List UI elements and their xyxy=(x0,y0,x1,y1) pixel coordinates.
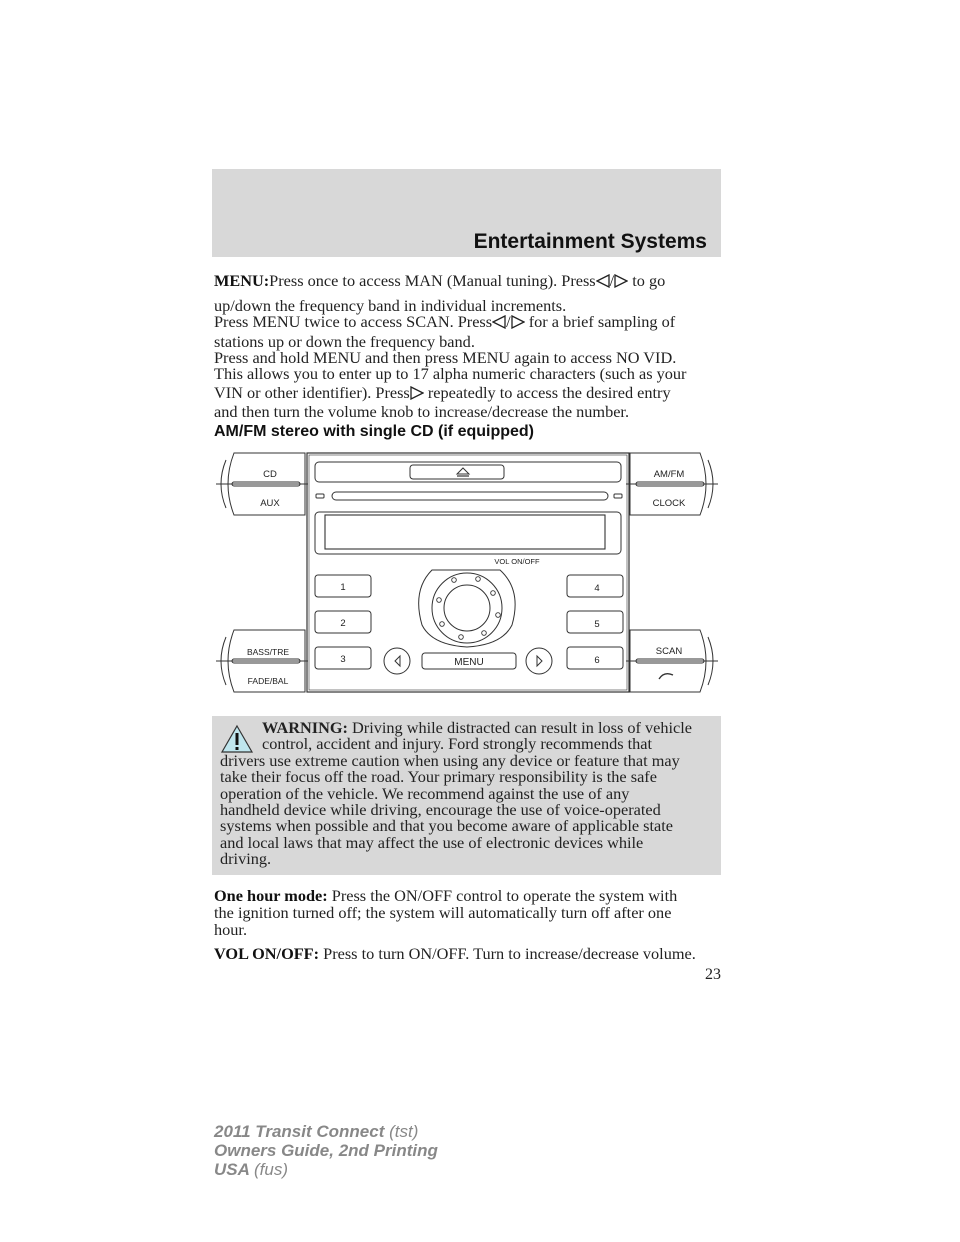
text: VIN or other identifier). Press xyxy=(214,383,410,402)
text: and then turn the volume knob to increas… xyxy=(214,402,630,421)
text: Press to turn ON/OFF. Turn to increase/d… xyxy=(323,944,696,963)
vol-on-off-label: VOL ON/OFF xyxy=(494,557,540,566)
scan-button[interactable]: SCAN xyxy=(656,646,683,657)
menu-paragraph: MENU:Press once to access MAN (Manual tu… xyxy=(214,271,724,421)
eject-icon xyxy=(455,467,471,477)
preset-4-button[interactable]: 4 xyxy=(594,583,599,594)
text: hour. xyxy=(214,920,248,939)
preset-3-button[interactable]: 3 xyxy=(340,654,345,665)
text: USA xyxy=(214,1160,250,1179)
left-triangle-icon xyxy=(491,314,506,332)
text: Press once to access MAN (Manual tuning)… xyxy=(269,271,596,290)
warning-box: WARNING: Driving while distracted can re… xyxy=(212,716,721,875)
preset-6-button[interactable]: 6 xyxy=(594,655,599,666)
text: 2011 Transit Connect xyxy=(214,1122,385,1141)
page-number: 23 xyxy=(705,966,721,983)
vol-label: VOL ON/OFF: xyxy=(214,944,320,963)
text: for a brief sampling of xyxy=(528,312,676,331)
text: Press and hold MENU and then press MENU … xyxy=(214,348,677,367)
text: (tst) xyxy=(389,1122,419,1141)
right-triangle-icon xyxy=(510,314,526,332)
amfm-button[interactable]: AM/FM xyxy=(654,469,685,480)
menu-button[interactable]: MENU xyxy=(454,657,483,668)
vol-paragraph: VOL ON/OFF: Press to turn ON/OFF. Turn t… xyxy=(214,945,724,962)
scan-phone-button-pod xyxy=(626,629,718,693)
seek-right-icon xyxy=(536,654,543,668)
text: Owners Guide, 2nd Printing xyxy=(214,1141,438,1160)
text: up/down the frequency band in individual… xyxy=(214,296,567,315)
text: This allows you to enter up to 17 alpha … xyxy=(214,364,687,383)
text: driving. xyxy=(220,849,272,869)
menu-label: MENU: xyxy=(214,271,270,290)
clock-button[interactable]: CLOCK xyxy=(653,498,686,509)
one-hour-mode-paragraph: One hour mode: Press the ON/OFF control … xyxy=(214,887,724,938)
section-header-band: Entertainment Systems xyxy=(212,169,721,257)
bass-tre-button[interactable]: BASS/TRE xyxy=(247,647,289,657)
fade-bal-button[interactable]: FADE/BAL xyxy=(248,676,289,686)
left-triangle-icon xyxy=(595,273,610,291)
text: (fus) xyxy=(254,1160,288,1179)
preset-5-button[interactable]: 5 xyxy=(594,619,599,630)
text: the ignition turned off; the system will… xyxy=(214,903,672,922)
figure-title: AM/FM stereo with single CD (if equipped… xyxy=(214,423,534,440)
cd-button[interactable]: CD xyxy=(263,469,277,480)
text: Press MENU twice to access SCAN. Press xyxy=(214,312,493,331)
text: stations up or down the frequency band. xyxy=(214,332,475,351)
right-triangle-icon xyxy=(410,385,425,403)
footer: 2011 Transit Connect (tst) Owners Guide,… xyxy=(214,1122,438,1179)
radio-diagram: CD AUX AM/FM CLOCK BASS/TRE FADE/BAL SCA… xyxy=(216,452,718,693)
aux-button[interactable]: AUX xyxy=(260,498,280,509)
text: and local laws that may affect the use o… xyxy=(220,832,644,852)
text: repeatedly to access the desired entry xyxy=(427,383,671,402)
section-title: Entertainment Systems xyxy=(473,230,707,253)
seek-left-icon xyxy=(394,654,401,668)
preset-1-button[interactable]: 1 xyxy=(340,582,345,593)
preset-2-button[interactable]: 2 xyxy=(340,618,345,629)
warning-text: WARNING: Driving while distracted can re… xyxy=(220,719,720,869)
text: to go xyxy=(632,271,666,290)
right-triangle-icon xyxy=(614,273,629,291)
